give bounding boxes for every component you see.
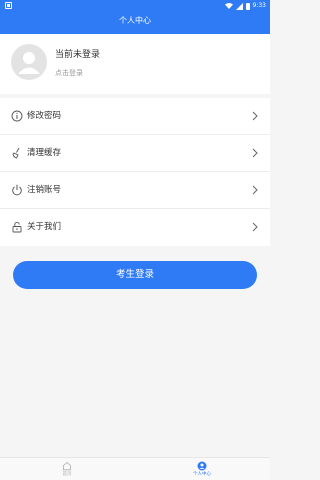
broom-icon [12,147,20,159]
chevron-right-icon [252,185,258,195]
lock-icon [12,221,22,233]
avatar[interactable] [11,44,47,80]
menu-item-label: 关于我们 [27,222,62,232]
menu-item-clear-cache[interactable]: 清理缓存 [0,135,270,172]
page-title: 个人中心 [119,16,151,25]
chevron-right-icon [252,148,258,158]
status-icons: 9:33 [224,1,266,11]
candidate-login-button[interactable]: 考生登录 [13,261,257,289]
battery-icon [245,2,250,10]
tab-home[interactable]: 首页 [37,458,97,480]
profile-header[interactable]: 当前未登录 点击登录 [0,34,270,94]
tab-label: 首页 [62,472,72,477]
status-bar: 9:33 [0,0,270,12]
home-icon [63,461,71,471]
user-circle-icon [197,461,207,471]
menu-item-label: 修改密码 [27,111,62,121]
tap-to-login-link[interactable]: 点击登录 [55,68,83,78]
info-circle-icon [11,110,23,122]
screen: 9:33 个人中心 当前未登录 点击登录 修改密码 清理缓存 注销账号 关于我们… [0,0,270,480]
menu-item-label: 清理缓存 [27,148,62,158]
tab-profile[interactable]: 个人中心 [172,458,232,480]
top-bar: 9:33 个人中心 [0,0,270,34]
signal-icon [235,2,243,10]
menu-item-delete-account[interactable]: 注销账号 [0,172,270,209]
menu-item-change-password[interactable]: 修改密码 [0,98,270,135]
menu-item-about-us[interactable]: 关于我们 [0,209,270,246]
bottom-tab-bar: 首页 个人中心 [0,457,270,480]
chevron-right-icon [252,111,258,121]
notification-icon [5,2,12,9]
chevron-right-icon [252,222,258,232]
user-placeholder-icon [18,52,40,74]
menu-item-label: 注销账号 [27,185,62,195]
settings-menu: 修改密码 清理缓存 注销账号 关于我们 [0,98,270,246]
status-time: 9:33 [252,2,266,9]
login-status-text: 当前未登录 [55,50,101,60]
wifi-icon [224,3,233,9]
power-icon [12,184,22,196]
tab-label: 个人中心 [193,472,211,477]
